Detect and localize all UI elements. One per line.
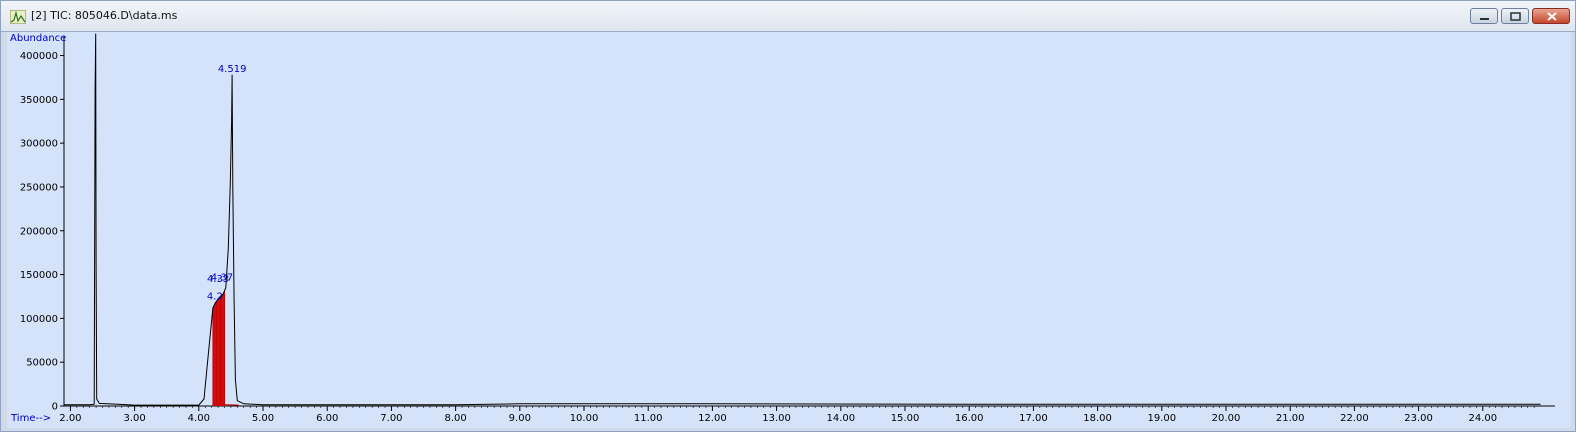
- x-tick-label: 6.00: [316, 413, 338, 424]
- x-tick-label: 10.00: [570, 413, 599, 424]
- x-tick-label: 23.00: [1404, 413, 1433, 424]
- chromatogram-plot-area[interactable]: Abundance Time--> 0 50000 100000 150000 200000…: [7, 23, 1571, 428]
- close-button[interactable]: [1532, 8, 1570, 24]
- minimize-icon: [1480, 18, 1489, 20]
- tic-trace-line: [64, 33, 1541, 406]
- title-bar[interactable]: [2] TIC: 805046.D\data.ms: [1, 1, 1575, 32]
- peak-label: 4.37: [211, 272, 233, 283]
- y-axis-label: Abundance: [10, 33, 66, 44]
- y-tick-label: 200000: [20, 226, 58, 237]
- y-tick-label: 300000: [20, 139, 58, 150]
- x-tick-label: 18.00: [1083, 413, 1112, 424]
- tic-chromatogram-chart: Abundance Time-->0 50000 100000 150000 200000…: [10, 23, 1555, 424]
- x-tick-label: 24.00: [1468, 413, 1497, 424]
- x-tick-label: 2.00: [59, 413, 81, 424]
- chromatogram-app-icon: [10, 10, 26, 24]
- y-tick-label: 250000: [20, 182, 58, 193]
- x-tick-label: 7.00: [380, 413, 402, 424]
- minimize-button[interactable]: [1470, 8, 1498, 24]
- peak-label: 4.519: [218, 64, 247, 75]
- close-icon: [1547, 12, 1557, 21]
- x-tick-label: 19.00: [1147, 413, 1176, 424]
- x-tick-label: 15.00: [891, 413, 920, 424]
- maximize-icon: [1510, 12, 1521, 21]
- window-title: [2] TIC: 805046.D\data.ms: [31, 9, 178, 22]
- peak-label: 2.394: [81, 32, 110, 34]
- y-tick-label: 0: [52, 402, 58, 413]
- x-tick-label: 12.00: [698, 413, 727, 424]
- x-tick-label: 17.00: [1019, 413, 1048, 424]
- y-tick-label: 400000: [20, 51, 58, 62]
- chromatogram-window: [2] TIC: 805046.D\data.ms Abundance Time-…: [0, 0, 1576, 432]
- y-tick-label: 350000: [20, 95, 58, 106]
- x-tick-label: 9.00: [509, 413, 531, 424]
- y-tick-label: 150000: [20, 270, 58, 281]
- x-tick-label: 16.00: [955, 413, 984, 424]
- x-tick-label: 21.00: [1276, 413, 1305, 424]
- x-axis-label: Time-->: [10, 413, 51, 424]
- x-tick-label: 14.00: [826, 413, 855, 424]
- y-tick-label: 100000: [20, 314, 58, 325]
- x-tick-label: 4.00: [188, 413, 210, 424]
- x-tick-label: 22.00: [1340, 413, 1369, 424]
- peak-label: 4.2: [207, 292, 223, 303]
- x-tick-label: 13.00: [762, 413, 791, 424]
- x-tick-label: 8.00: [444, 413, 466, 424]
- x-tick-label: 5.00: [252, 413, 274, 424]
- y-tick-label: 50000: [26, 358, 58, 369]
- maximize-button[interactable]: [1501, 8, 1529, 24]
- x-tick-label: 20.00: [1212, 413, 1241, 424]
- x-tick-label: 3.00: [123, 413, 145, 424]
- x-tick-label: 11.00: [634, 413, 663, 424]
